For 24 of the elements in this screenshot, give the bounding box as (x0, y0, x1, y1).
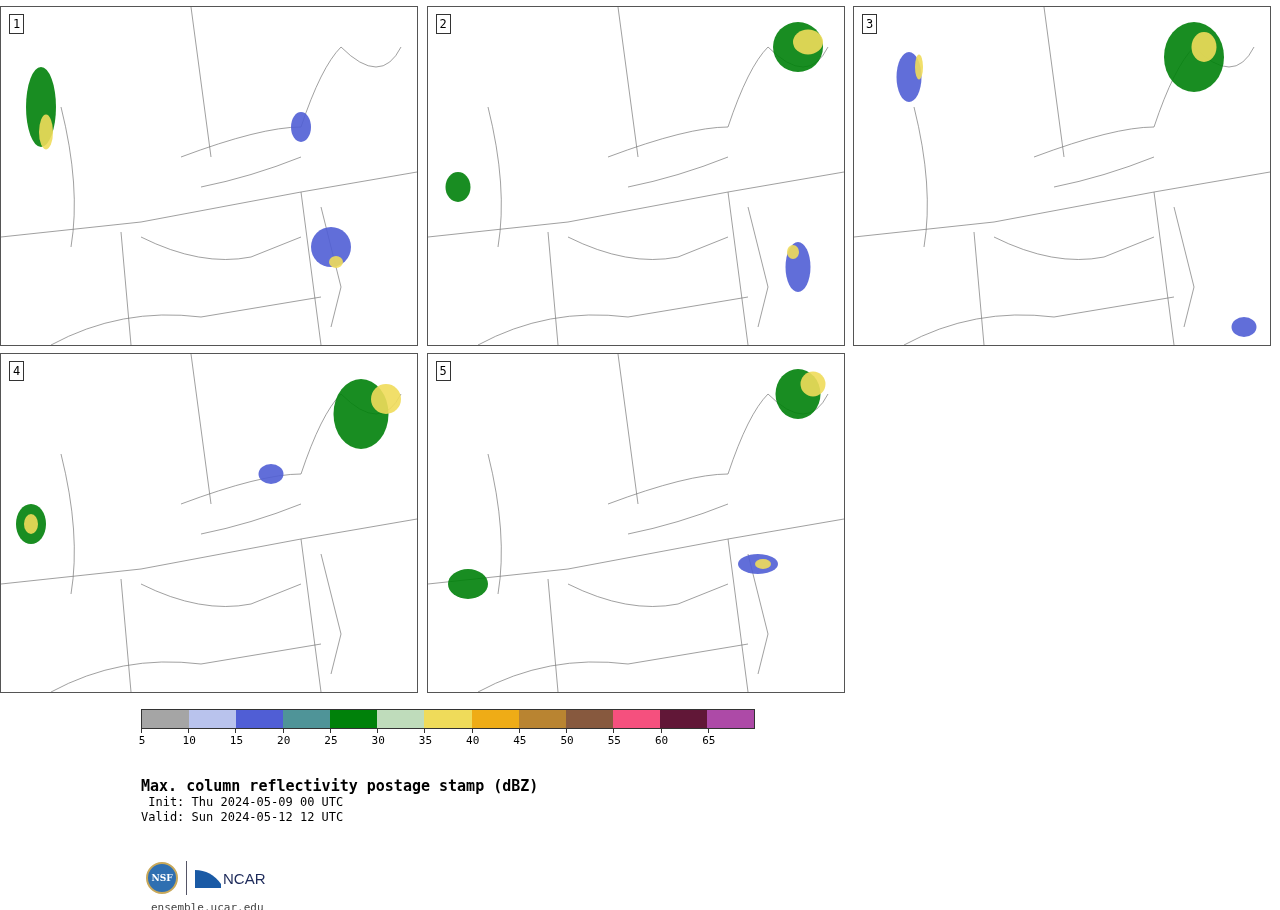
tick-label: 35 (418, 734, 433, 747)
tick-label: 65 (702, 734, 716, 747)
tick-label: 30 (371, 734, 385, 747)
chart-title: Max. column reflectivity postage stamp (dBZ) (141, 777, 540, 795)
tick-label: 60 (654, 734, 669, 747)
tick-label: 20 (277, 734, 291, 747)
tick-label: 10 (182, 734, 196, 747)
nsf-logo: NSF (146, 862, 178, 894)
ncar-logo: NCAR (223, 869, 266, 887)
swoosh-icon (195, 868, 221, 888)
tick-label: 15 (229, 734, 244, 747)
panel-number: 2 (435, 14, 451, 34)
panel-number: 1 (9, 14, 25, 34)
valid-time: Valid: Sun 2024-05-12 12 UTC (141, 810, 345, 825)
panel-number: 3 (862, 14, 878, 34)
tick-label: 45 (513, 734, 527, 747)
init-time: Init: Thu 2024-05-09 00 UTC (147, 795, 345, 810)
tick-label: 40 (466, 734, 480, 747)
panel-number: 4 (9, 361, 25, 381)
panel-number: 5 (435, 361, 451, 381)
tick-label: 25 (324, 734, 338, 747)
tick-label: 5 (138, 734, 146, 747)
tick-label: 50 (560, 734, 574, 747)
tick-label: 55 (607, 734, 621, 747)
